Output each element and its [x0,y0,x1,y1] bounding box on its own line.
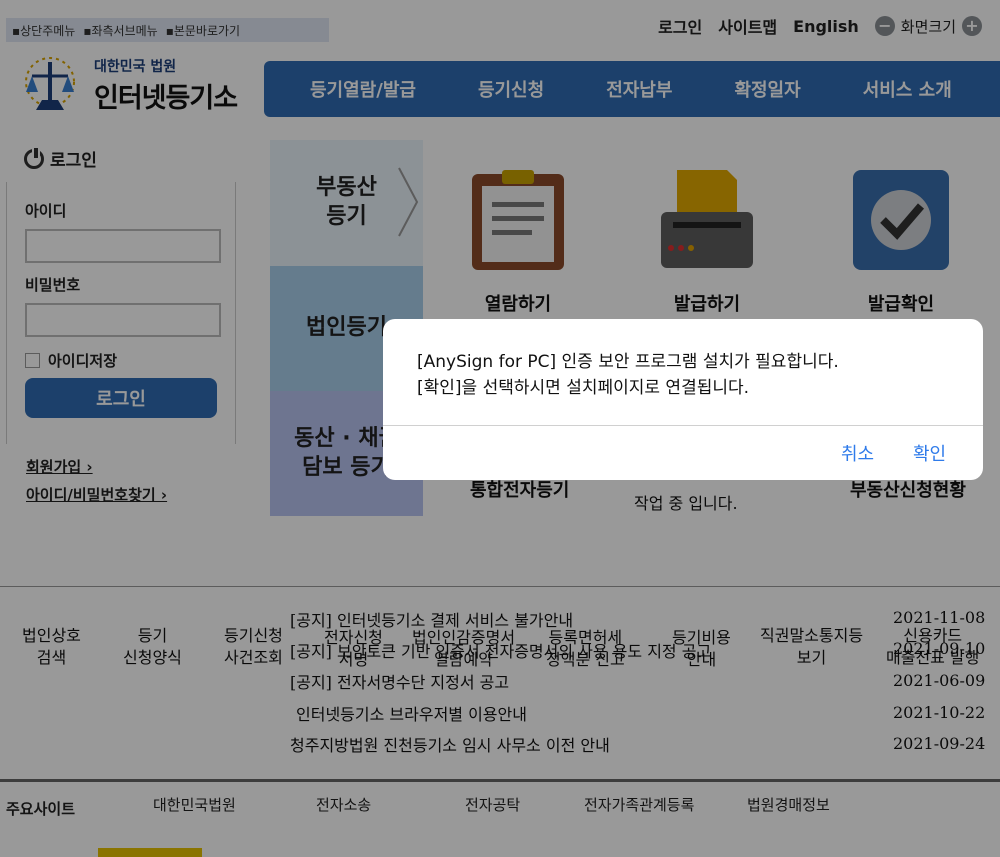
alert-dialog: [AnySign for PC] 인증 보안 프로그램 설치가 필요합니다. [… [383,319,983,480]
dialog-divider [383,425,983,426]
dialog-message: [AnySign for PC] 인증 보안 프로그램 설치가 필요합니다. [… [417,349,839,402]
confirm-button[interactable]: 확인 [913,440,946,466]
dialog-message-line: [AnySign for PC] 인증 보안 프로그램 설치가 필요합니다. [417,352,839,372]
dialog-message-line: [확인]을 선택하시면 설치페이지로 연결됩니다. [417,378,750,399]
cancel-button[interactable]: 취소 [841,440,874,466]
